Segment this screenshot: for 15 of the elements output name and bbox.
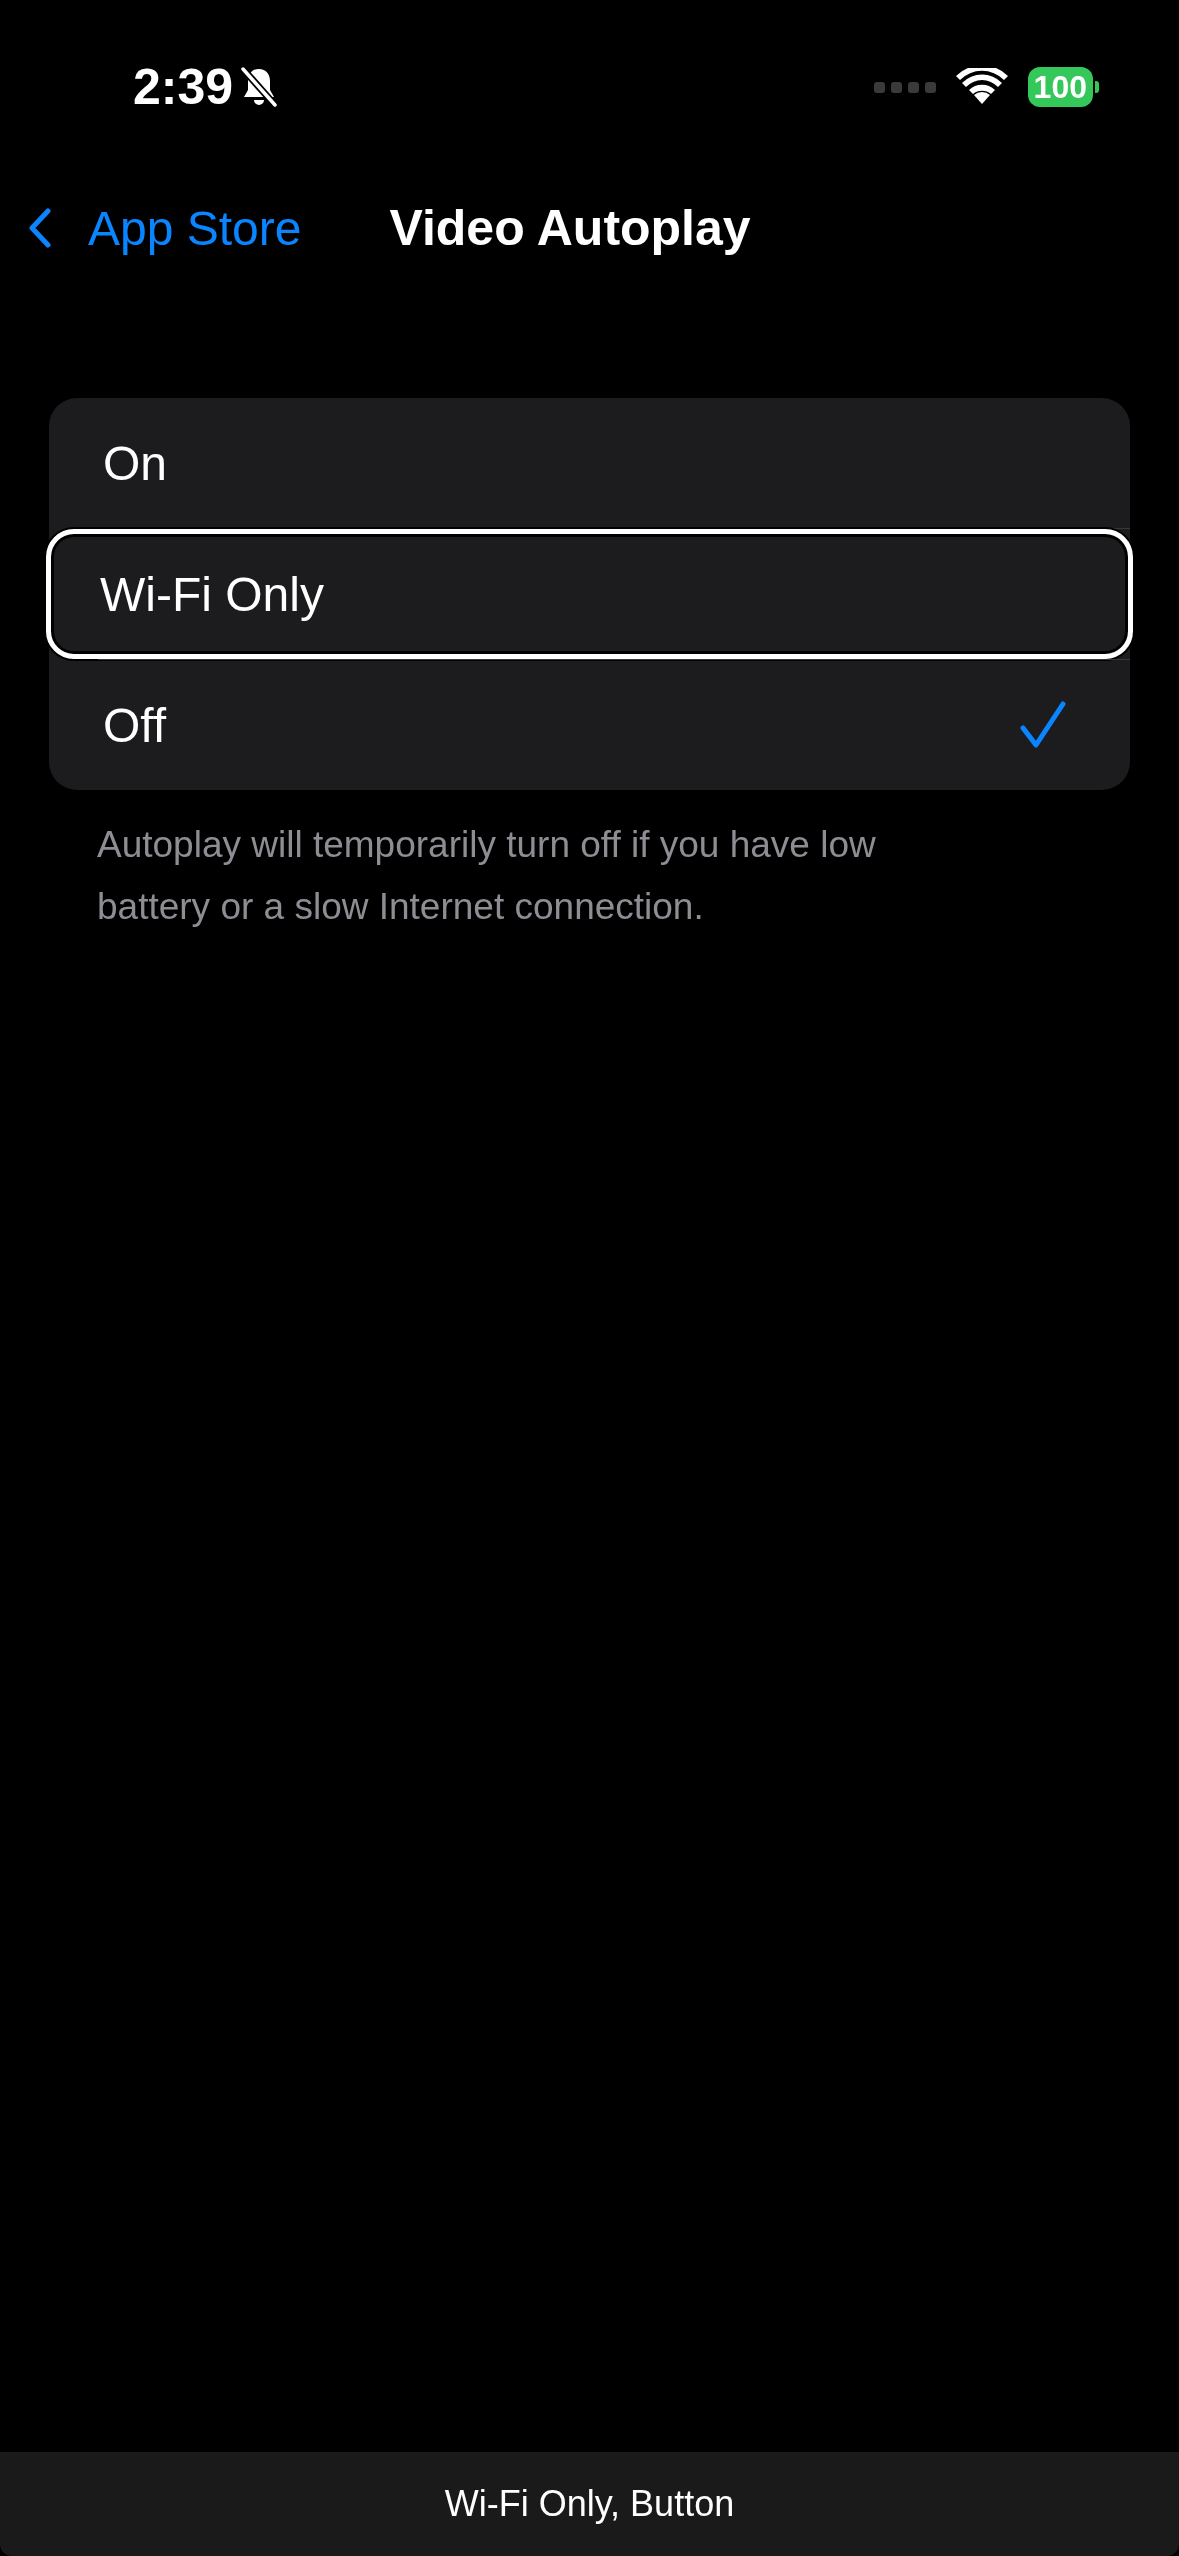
- battery-indicator: 100: [1027, 67, 1099, 107]
- option-row[interactable]: Off: [49, 660, 1130, 790]
- back-button[interactable]: App Store: [28, 200, 302, 256]
- page-title: Video Autoplay: [389, 199, 751, 257]
- chevron-left-icon: [28, 208, 52, 248]
- option-label: Wi-Fi Only: [100, 566, 324, 622]
- option-label: On: [103, 435, 168, 491]
- option-row[interactable]: Wi-Fi Only: [46, 529, 1133, 659]
- option-row[interactable]: On: [49, 398, 1130, 528]
- wifi-icon: [955, 68, 1008, 106]
- footer-note: Autoplay will temporarily turn off if you have low battery or a slow Internet connection.: [97, 823, 877, 929]
- option-label: Off: [103, 697, 167, 753]
- status-time: 2:39: [133, 58, 234, 116]
- cellular-signal-icon: [873, 80, 936, 94]
- voiceover-caption: Wi-Fi Only, Button: [444, 2483, 735, 2525]
